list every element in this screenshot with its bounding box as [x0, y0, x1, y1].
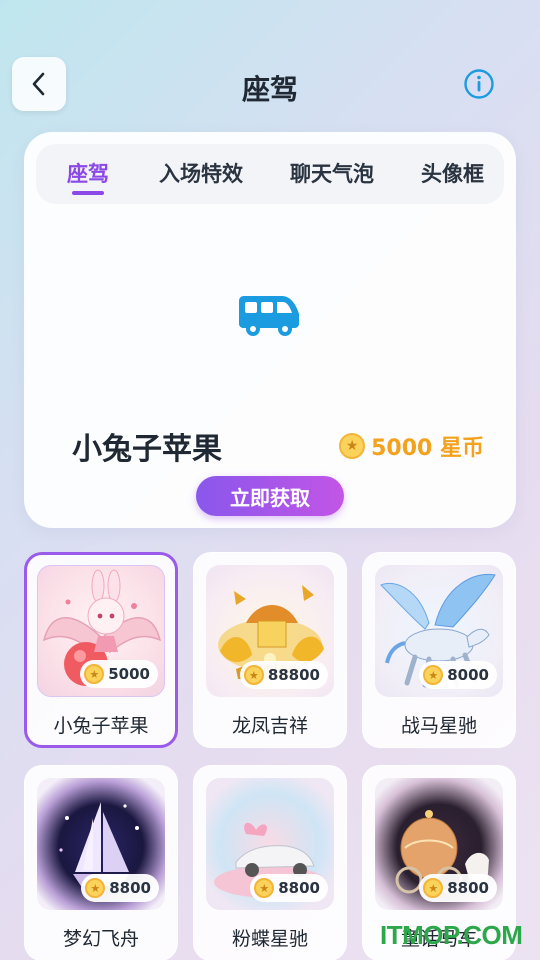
selected-item-price: ★ 5000 星币	[339, 430, 484, 462]
item-label: 小兔子苹果	[53, 715, 149, 737]
item-label: 梦幻飞舟	[62, 928, 139, 950]
tab-vehicle[interactable]: 座驾	[67, 158, 109, 188]
item-thumbnail: ★ 5000	[37, 565, 165, 697]
tab-bar: 座驾 入场特效 聊天气泡 头像框	[36, 144, 504, 204]
item-thumbnail: ★ 8800	[375, 778, 503, 910]
coin-icon: ★	[243, 665, 264, 685]
tab-avatar-frame[interactable]: 头像框	[421, 158, 484, 188]
bus-icon	[239, 296, 299, 336]
coin-icon: ★	[423, 878, 444, 898]
price-badge: ★ 5000	[80, 660, 158, 688]
price-badge: ★ 8800	[419, 874, 497, 902]
price-badge: ★ 8000	[419, 661, 497, 689]
coin-icon: ★	[84, 664, 105, 684]
item-label: 龙凤吉祥	[231, 715, 308, 737]
item-label: 战马星驰	[400, 715, 477, 737]
active-tab-indicator	[72, 191, 104, 195]
watermark: ITMOP.COM	[380, 920, 523, 950]
info-icon	[464, 69, 494, 99]
price-badge: ★ 8800	[250, 874, 328, 902]
item-card-pink-butterfly[interactable]: ★ 8800 粉蝶星驰	[193, 765, 347, 960]
coin-icon: ★	[254, 878, 275, 898]
item-thumbnail: ★ 8000	[375, 565, 503, 697]
price-text: 5000 星币	[371, 436, 484, 461]
selected-item-name: 小兔子苹果	[72, 432, 222, 467]
item-card-war-horse[interactable]: ★ 8000 战马星驰	[362, 552, 516, 748]
coin-icon: ★	[339, 433, 366, 459]
coin-icon: ★	[423, 665, 444, 685]
tab-entrance-effect[interactable]: 入场特效	[159, 158, 243, 188]
page-title: 座驾	[241, 73, 298, 106]
item-label: 粉蝶星驰	[231, 928, 308, 950]
item-card-dragon-phoenix[interactable]: ★ 88800 龙凤吉祥	[193, 552, 347, 748]
item-thumbnail: ★ 88800	[206, 565, 334, 697]
preview-card: 座驾 入场特效 聊天气泡 头像框 小兔子苹果 ★ 5000 星币 立即获取	[24, 132, 516, 528]
tab-chat-bubble[interactable]: 聊天气泡	[290, 158, 374, 188]
get-now-button[interactable]: 立即获取	[196, 476, 344, 516]
coin-icon: ★	[85, 878, 106, 898]
price-badge: ★ 8800	[81, 874, 159, 902]
item-card-dream-ship[interactable]: ★ 8800 梦幻飞舟	[24, 765, 178, 960]
item-card-rabbit-apple[interactable]: ★ 5000 小兔子苹果	[24, 552, 178, 748]
info-button[interactable]	[462, 67, 496, 101]
item-thumbnail: ★ 8800	[37, 778, 165, 910]
price-badge: ★ 88800	[239, 661, 328, 689]
item-thumbnail: ★ 8800	[206, 778, 334, 910]
